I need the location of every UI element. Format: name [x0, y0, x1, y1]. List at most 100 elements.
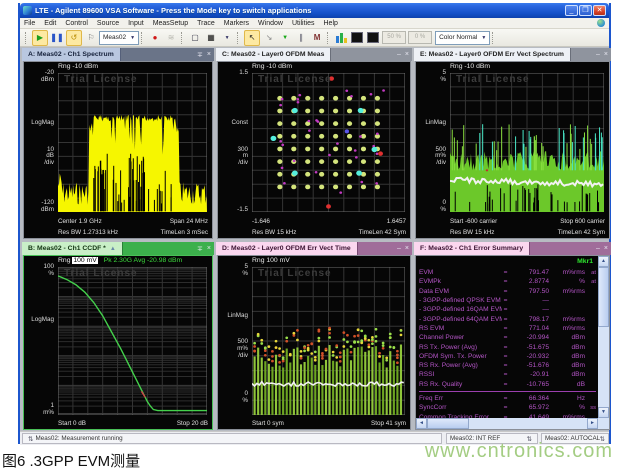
scroll-down-icon[interactable]: ▼	[598, 407, 609, 418]
err-spectrum-grid[interactable]: Trial License	[450, 73, 604, 212]
vertical-scroll-thumb[interactable]	[598, 267, 609, 327]
menu-item-file[interactable]: File	[24, 20, 35, 27]
app-badge-icon[interactable]	[597, 19, 605, 27]
minimize-icon[interactable]: –	[397, 245, 401, 252]
panel-c-plot[interactable]: Rng -10 dBm 1.5 Const 300 m /div -1.5 Tr…	[217, 61, 411, 239]
row-name: Channel Power	[419, 334, 502, 341]
constellation-grid[interactable]: Trial License	[252, 73, 405, 212]
close-icon[interactable]: ×	[207, 51, 211, 58]
panel-b-plot[interactable]: Rng 100 mV Pk 2.30G Avg -20.98 dBm 100 %…	[23, 255, 213, 430]
marker-readout: Mkr1	[577, 258, 593, 265]
percent-field-1[interactable]: 50 %	[382, 31, 406, 44]
panel-d-plot[interactable]: Rng 100 mV 5 % LinMag 500 m% /div 0 % Tr…	[217, 255, 411, 430]
title-bar[interactable]: LTE - Agilent 89600 VSA Software - Press…	[20, 3, 609, 18]
panel-f-tab[interactable]: F: Meas02 - Ch1 Error Summary	[414, 242, 530, 255]
toolbar-grip[interactable]	[25, 32, 29, 44]
panel-c-header[interactable]: C: Meas02 - Layer0 OFDM Meas –×	[216, 48, 412, 61]
slope-tool-icon[interactable]: ↘	[262, 31, 276, 45]
range-readout: Rng 100 mV	[252, 257, 290, 264]
rng-value-field[interactable]: 100 mV	[72, 257, 97, 264]
close-icon[interactable]: ×	[405, 51, 409, 58]
toolbar-grip[interactable]	[181, 32, 185, 44]
scroll-left-icon[interactable]: ◄	[416, 418, 427, 429]
panel-c-tab[interactable]: C: Meas02 - Layer0 OFDM Meas	[216, 48, 331, 61]
panel-e-plot[interactable]: Rng -10 dBm 5 % LinMag 500 m% /div 0 % T…	[415, 61, 610, 239]
menu-item-help[interactable]: Help	[324, 20, 338, 27]
minimize-icon[interactable]: –	[596, 245, 600, 252]
play-icon[interactable]: ▶	[32, 30, 48, 46]
x-axis-line2: Res BW 1.27313 kHzTimeLen 3 mSec	[58, 229, 208, 236]
panel-a-tab[interactable]: A: Meas02 - Ch1 Spectrum	[22, 48, 121, 61]
band-pair-icon[interactable]: ∥	[294, 31, 308, 45]
panel-d-tab[interactable]: D: Meas02 - Layer0 OFDM Err Vect Time	[216, 242, 358, 255]
horizontal-scrollbar[interactable]: ◄ ►	[416, 418, 598, 429]
panel-b-header[interactable]: B: Meas02 - Ch1 CCDF * ▲ ∓ ×	[22, 242, 214, 255]
record-icon[interactable]: ●	[148, 31, 162, 45]
panel-ch1-ccdf: B: Meas02 - Ch1 CCDF * ▲ ∓ × Rng 100 mV P…	[22, 242, 214, 431]
toolbar-grip[interactable]	[327, 32, 331, 44]
selection-tool-icon[interactable]: ⚐	[84, 31, 98, 45]
minimize-button[interactable]: _	[565, 5, 578, 16]
trace-a-icon[interactable]	[350, 31, 364, 45]
error-summary-table: EVM=791.47m%rmsatEVMPk=2.8774%atData EVM…	[419, 268, 596, 417]
close-icon[interactable]: ×	[405, 245, 409, 252]
restore-button[interactable]: ❐	[579, 5, 592, 16]
close-icon[interactable]: ×	[604, 51, 608, 58]
panel-f-header[interactable]: F: Meas02 - Ch1 Error Summary –×	[414, 242, 611, 255]
toolbar-grip[interactable]	[492, 32, 496, 44]
panel-a-header[interactable]: A: Meas02 - Ch1 Spectrum ∓ ×	[22, 48, 214, 61]
row-name: RS EVM	[419, 325, 502, 332]
trace-b-icon[interactable]	[366, 31, 380, 45]
vertical-scrollbar[interactable]: ▲ ▼	[598, 256, 609, 418]
histogram-icon[interactable]	[334, 31, 348, 45]
toolbar-grip[interactable]	[237, 32, 241, 44]
spinner-icon[interactable]: ⇅	[28, 435, 33, 443]
pin-icon[interactable]: ∓	[197, 51, 203, 59]
row-part: at	[585, 270, 596, 276]
menu-item-utilities[interactable]: Utilities	[292, 20, 315, 27]
panel-d-header[interactable]: D: Meas02 - Layer0 OFDM Err Vect Time –×	[216, 242, 412, 255]
minimize-icon[interactable]: –	[397, 51, 401, 58]
ccdf-grid[interactable]: Trial License	[58, 267, 207, 415]
panel-b-tab[interactable]: B: Meas02 - Ch1 CCDF * ▲	[22, 242, 123, 255]
scroll-right-icon[interactable]: ►	[587, 418, 598, 429]
quad-layout-icon[interactable]: ▦	[204, 31, 218, 45]
layout-chevron-down-icon[interactable]: ▼	[220, 31, 234, 45]
scroll-up-icon[interactable]: ▲	[598, 256, 609, 267]
menu-item-input[interactable]: Input	[128, 20, 144, 27]
panel-e-tab[interactable]: E: Meas02 - Layer0 OFDM Err Vect Spectru…	[414, 48, 571, 61]
spectrum-grid[interactable]: Trial License	[58, 73, 207, 212]
minimize-icon[interactable]: –	[596, 51, 600, 58]
menu-item-edit[interactable]: Edit	[44, 20, 56, 27]
row-part: =	[502, 362, 509, 369]
error-summary-row: - 3GPP-defined QPSK EVM=—	[419, 296, 596, 305]
marker-down-icon[interactable]: ▼	[278, 31, 292, 45]
panel-f-body[interactable]: Mkr1 EVM=791.47m%rmsatEVMPk=2.8774%atDat…	[415, 255, 610, 430]
toolbar-grip[interactable]	[141, 32, 145, 44]
close-icon[interactable]: ×	[207, 245, 211, 252]
panel-a-plot[interactable]: Rng -10 dBm -20 dBm LogMag 10 dB /div -1…	[23, 61, 213, 239]
measurement-select[interactable]: Meas02 ▼	[99, 31, 139, 45]
pause-icon[interactable]: ❚❚	[50, 31, 64, 45]
menu-item-control[interactable]: Control	[65, 20, 88, 27]
panel-e-header[interactable]: E: Meas02 - Layer0 OFDM Err Vect Spectru…	[414, 48, 611, 61]
percent-field-2[interactable]: 0 %	[408, 31, 432, 44]
error-summary-row: Freq Err=66.364Hz	[419, 394, 596, 403]
color-mode-select[interactable]: Color Normal ▼	[435, 31, 490, 45]
menu-item-source[interactable]: Source	[97, 20, 119, 27]
menu-item-window[interactable]: Window	[258, 20, 283, 27]
pin-icon[interactable]: ∓	[197, 245, 203, 253]
single-layout-icon[interactable]: ▢	[188, 31, 202, 45]
window-icon	[23, 6, 32, 15]
y-top-label: 100 %	[43, 264, 54, 278]
pointer-tool-icon[interactable]: ↖	[244, 30, 260, 46]
restart-icon[interactable]: ↺	[66, 30, 82, 46]
err-time-grid[interactable]: Trial License	[252, 267, 405, 415]
horizontal-scroll-thumb[interactable]	[427, 418, 469, 429]
menu-item-meassetup[interactable]: MeasSetup	[153, 20, 188, 27]
close-icon[interactable]: ×	[604, 245, 608, 252]
menu-item-markers[interactable]: Markers	[224, 20, 249, 27]
marker-m-icon[interactable]: M	[310, 31, 324, 45]
menu-item-trace[interactable]: Trace	[197, 20, 215, 27]
close-button[interactable]: ✕	[593, 5, 606, 16]
